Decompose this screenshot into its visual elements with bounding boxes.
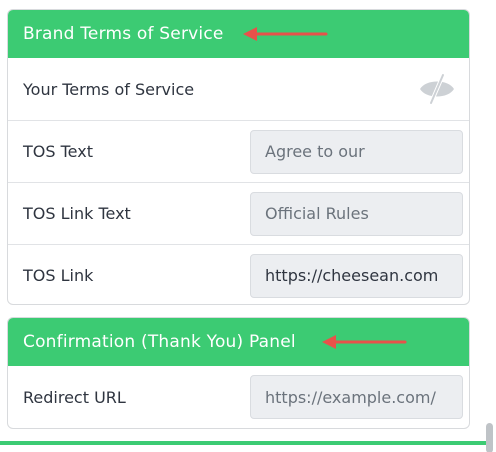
confirmation-panel: Confirmation (Thank You) Panel Redirect … xyxy=(7,317,470,429)
confirmation-title: Confirmation (Thank You) Panel xyxy=(23,332,296,352)
brand-terms-panel: Brand Terms of Service Your Terms of Ser… xyxy=(7,9,470,305)
tos-link-text-label: TOS Link Text xyxy=(23,204,131,223)
redirect-url-input[interactable] xyxy=(250,375,463,419)
tos-link-text-input[interactable] xyxy=(250,191,463,236)
tos-link-row: TOS Link xyxy=(8,244,469,304)
annotation-arrow-icon xyxy=(322,335,407,349)
tos-text-row: TOS Text xyxy=(8,120,469,182)
eye-slash-icon[interactable] xyxy=(417,72,457,106)
annotation-arrow-icon xyxy=(243,27,328,41)
tos-text-label: TOS Text xyxy=(23,142,93,161)
scrollbar-thumb[interactable] xyxy=(486,423,493,452)
tos-link-label: TOS Link xyxy=(23,266,94,285)
tos-link-input[interactable] xyxy=(250,253,463,298)
confirmation-header[interactable]: Confirmation (Thank You) Panel xyxy=(8,318,469,366)
tos-link-text-row: TOS Link Text xyxy=(8,182,469,244)
brand-terms-header[interactable]: Brand Terms of Service xyxy=(8,10,469,58)
your-tos-row: Your Terms of Service xyxy=(8,58,469,120)
brand-terms-title: Brand Terms of Service xyxy=(23,24,224,44)
redirect-url-row: Redirect URL xyxy=(8,366,469,428)
redirect-url-label: Redirect URL xyxy=(23,387,126,407)
your-tos-label: Your Terms of Service xyxy=(23,79,195,99)
next-section-edge xyxy=(0,441,486,445)
tos-text-input[interactable] xyxy=(250,129,463,174)
scrollbar[interactable] xyxy=(482,0,496,452)
